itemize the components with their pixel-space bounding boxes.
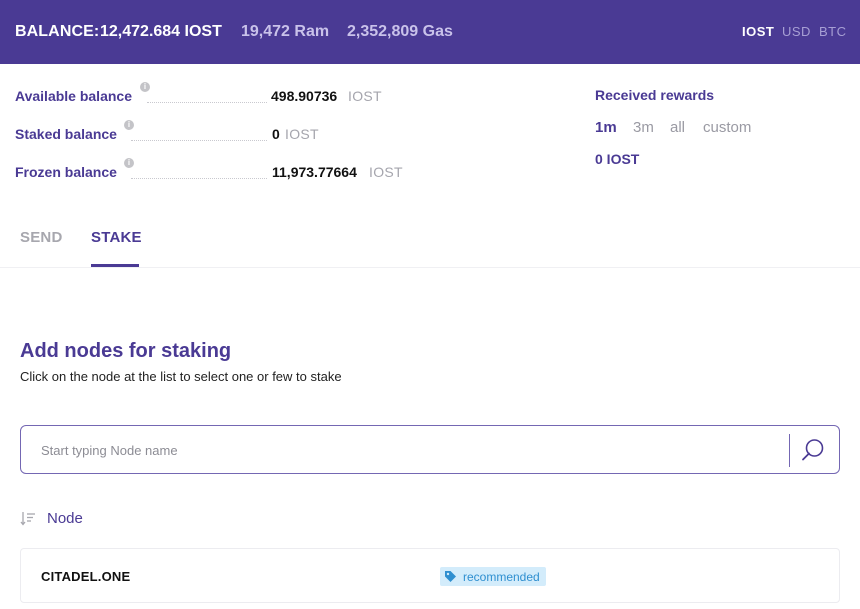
search-divider: [789, 434, 790, 467]
period-custom[interactable]: custom: [703, 119, 751, 136]
sort-icon[interactable]: [20, 510, 37, 527]
section-title: Add nodes for staking: [20, 340, 232, 362]
dotted-leader: [147, 102, 267, 103]
info-icon[interactable]: i: [140, 82, 150, 92]
staked-balance-unit: IOST: [285, 126, 319, 142]
tabs-divider: [0, 267, 860, 268]
section-subtitle: Click on the node at the list to select …: [20, 369, 342, 384]
tab-stake[interactable]: STAKE: [91, 229, 142, 246]
available-balance-row: Available balance i 498.90736 IOST: [15, 82, 435, 108]
balance-label: BALANCE:: [15, 23, 100, 40]
search-icon[interactable]: [799, 436, 827, 464]
available-balance-unit: IOST: [348, 88, 382, 104]
period-1m[interactable]: 1m: [595, 119, 617, 136]
received-rewards-title: Received rewards: [595, 87, 715, 103]
available-balance-value: 498.90736: [271, 88, 338, 104]
tag-icon: [445, 571, 456, 582]
frozen-balance-row: Frozen balance i 11,973.77664 IOST: [15, 158, 435, 184]
dotted-leader: [131, 140, 267, 141]
staked-balance-value: 0: [272, 126, 280, 142]
currency-btc[interactable]: BTC: [819, 24, 847, 39]
balance-header: BALANCE: 12,472.684 IOST 19,472 Ram 2,35…: [0, 0, 860, 64]
column-header-node[interactable]: Node: [47, 510, 83, 527]
available-balance-label: Available balance: [15, 88, 132, 104]
gas-value: 2,352,809 Gas: [347, 23, 453, 40]
frozen-balance-value: 11,973.77664: [272, 164, 357, 180]
ram-value: 19,472 Ram: [241, 23, 330, 40]
node-name: CITADEL.ONE: [41, 569, 131, 584]
staked-balance-label: Staked balance: [15, 126, 117, 142]
staked-balance-row: Staked balance i 0 IOST: [15, 120, 435, 146]
recommended-badge: recommended: [440, 567, 546, 586]
period-all[interactable]: all: [670, 119, 685, 136]
node-search-input[interactable]: [41, 440, 781, 460]
tab-send[interactable]: SEND: [20, 229, 62, 246]
node-search: [20, 425, 840, 474]
balance-value: 12,472.684 IOST: [100, 23, 222, 40]
received-rewards-value: 0 IOST: [595, 151, 640, 167]
currency-usd[interactable]: USD: [782, 24, 811, 39]
frozen-balance-label: Frozen balance: [15, 164, 117, 180]
dotted-leader: [131, 178, 267, 179]
period-3m[interactable]: 3m: [633, 119, 654, 136]
info-icon[interactable]: i: [124, 120, 134, 130]
node-row[interactable]: CITADEL.ONE recommended: [20, 548, 840, 603]
frozen-balance-unit: IOST: [369, 164, 403, 180]
currency-iost[interactable]: IOST: [742, 24, 774, 39]
info-icon[interactable]: i: [124, 158, 134, 168]
badge-text: recommended: [463, 569, 540, 584]
